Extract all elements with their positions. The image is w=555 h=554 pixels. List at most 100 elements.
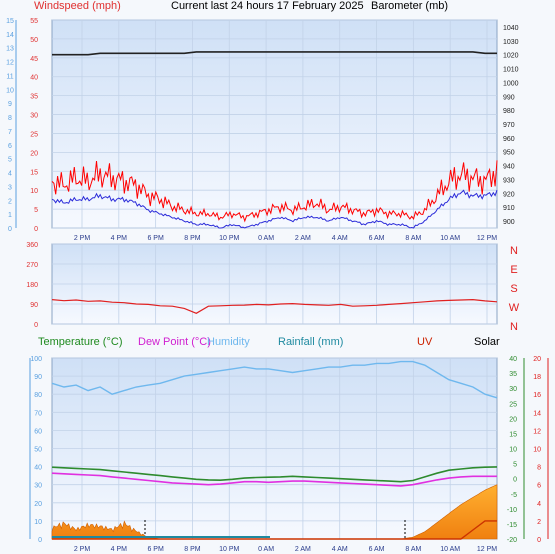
wind-axis2-tick: 5 bbox=[8, 157, 12, 164]
uv-axis-tick: 10 bbox=[533, 447, 541, 454]
temp-axis-tick: -5 bbox=[511, 492, 517, 499]
wind-axis-tick: 5 bbox=[34, 207, 38, 214]
uv-axis-tick: 8 bbox=[537, 465, 541, 472]
baro-axis-tick: 970 bbox=[503, 122, 515, 129]
direction-axis-tick: 270 bbox=[26, 262, 38, 269]
wind-axis-tick: 35 bbox=[30, 94, 38, 101]
wind-axis-tick: 40 bbox=[30, 75, 38, 82]
direction-label: S bbox=[510, 283, 517, 295]
baro-axis-tick: 910 bbox=[503, 205, 515, 212]
x-tick-label: 2 PM bbox=[74, 235, 91, 242]
humidity-axis-tick: 100 bbox=[30, 356, 42, 363]
baro-axis-tick: 990 bbox=[503, 94, 515, 101]
x-tick-label: 6 PM bbox=[147, 235, 164, 242]
wind-axis2-tick: 8 bbox=[8, 115, 12, 122]
wind-axis-tick: 20 bbox=[30, 150, 38, 157]
wind-axis2-tick: 13 bbox=[6, 46, 14, 53]
temp-axis-tick: 15 bbox=[509, 431, 517, 438]
wind-axis-tick: 10 bbox=[30, 188, 38, 195]
baro-axis-tick: 940 bbox=[503, 164, 515, 171]
wind-axis2-tick: 3 bbox=[8, 184, 12, 191]
uv-axis-tick: 12 bbox=[533, 428, 541, 435]
wind-axis2-tick: 7 bbox=[8, 129, 12, 136]
direction-label: N bbox=[510, 245, 518, 257]
humidity-axis-tick: 90 bbox=[34, 374, 42, 381]
uv-axis-tick: 18 bbox=[533, 374, 541, 381]
weather-graph: Windspeed (mph) Current last 24 hours 17… bbox=[0, 0, 555, 554]
x-tick-label: 4 PM bbox=[111, 546, 128, 553]
baro-axis-tick: 1010 bbox=[503, 67, 519, 74]
x-tick-label: 2 AM bbox=[295, 546, 311, 553]
temp-axis-tick: 30 bbox=[509, 386, 517, 393]
temp-axis-tick: 40 bbox=[509, 356, 517, 363]
humidity-axis-tick: 0 bbox=[38, 537, 42, 544]
wind-axis2-tick: 12 bbox=[6, 60, 14, 67]
x-tick-label: 12 PM bbox=[477, 546, 497, 553]
temp-axis-tick: -10 bbox=[507, 507, 517, 514]
temp-axis-tick: 5 bbox=[513, 462, 517, 469]
humidity-axis-tick: 70 bbox=[34, 410, 42, 417]
wind-axis2-tick: 2 bbox=[8, 198, 12, 205]
wind-axis2-tick: 14 bbox=[6, 32, 14, 39]
direction-label: E bbox=[510, 264, 517, 276]
direction-axis-tick: 90 bbox=[30, 302, 38, 309]
uv-axis-tick: 20 bbox=[533, 356, 541, 363]
uv-axis-tick: 4 bbox=[537, 501, 541, 508]
humidity-axis-tick: 10 bbox=[34, 519, 42, 526]
x-tick-label: 6 AM bbox=[369, 546, 385, 553]
x-tick-label: 6 PM bbox=[147, 546, 164, 553]
wind-axis2-tick: 11 bbox=[6, 73, 13, 80]
wind-axis2-tick: 4 bbox=[8, 171, 12, 178]
baro-axis-tick: 1040 bbox=[503, 25, 519, 32]
x-tick-label: 10 AM bbox=[440, 546, 460, 553]
x-tick-label: 8 AM bbox=[405, 546, 421, 553]
wind-axis2-tick: 6 bbox=[8, 143, 12, 150]
baro-axis-tick: 960 bbox=[503, 136, 515, 143]
wind-axis2-tick: 9 bbox=[8, 101, 12, 108]
temp-axis-tick: -15 bbox=[507, 522, 517, 529]
uv-axis-tick: 6 bbox=[537, 483, 541, 490]
plots-svg: 0510152025303540455055012345678910111213… bbox=[6, 18, 549, 553]
wind-axis-tick: 55 bbox=[30, 18, 38, 25]
wind-axis-tick: 45 bbox=[30, 56, 38, 63]
x-tick-label: 10 PM bbox=[219, 235, 239, 242]
uv-axis-tick: 16 bbox=[533, 392, 541, 399]
baro-axis-tick: 950 bbox=[503, 150, 515, 157]
humidity-axis-tick: 20 bbox=[34, 501, 42, 508]
wind-axis-tick: 0 bbox=[34, 226, 38, 233]
wind-axis-tick: 25 bbox=[30, 131, 38, 138]
uv-axis-tick: 0 bbox=[537, 537, 541, 544]
temp-axis-tick: 35 bbox=[509, 371, 517, 378]
wind-axis2-tick: 0 bbox=[8, 226, 12, 233]
x-tick-label: 12 PM bbox=[477, 235, 497, 242]
direction-axis-tick: 360 bbox=[26, 242, 38, 249]
x-tick-label: 8 PM bbox=[184, 235, 201, 242]
direction-label: W bbox=[509, 302, 520, 314]
x-tick-label: 4 AM bbox=[332, 235, 348, 242]
x-tick-label: 4 PM bbox=[111, 235, 128, 242]
humidity-axis-tick: 50 bbox=[34, 447, 42, 454]
wind-axis2-tick: 15 bbox=[6, 18, 14, 25]
temp-axis-tick: 10 bbox=[509, 447, 517, 454]
x-tick-label: 8 AM bbox=[405, 235, 421, 242]
baro-axis-tick: 1020 bbox=[503, 53, 519, 60]
wind-axis-tick: 50 bbox=[30, 37, 38, 44]
baro-axis-tick: 1030 bbox=[503, 39, 519, 46]
baro-axis-tick: 920 bbox=[503, 191, 515, 198]
temp-axis-tick: 20 bbox=[509, 416, 517, 423]
x-tick-label: 2 AM bbox=[295, 235, 311, 242]
x-tick-label: 8 PM bbox=[184, 546, 201, 553]
x-tick-label: 0 AM bbox=[258, 546, 274, 553]
temp-axis-tick: 25 bbox=[509, 401, 517, 408]
humidity-axis-tick: 30 bbox=[34, 483, 42, 490]
humidity-axis-tick: 40 bbox=[34, 465, 42, 472]
wind-axis-tick: 15 bbox=[30, 169, 38, 176]
direction-axis-tick: 180 bbox=[26, 282, 38, 289]
temp-axis-tick: 0 bbox=[513, 477, 517, 484]
x-tick-label: 4 AM bbox=[332, 546, 348, 553]
x-tick-label: 10 PM bbox=[219, 546, 239, 553]
direction-axis-tick: 0 bbox=[34, 322, 38, 329]
wind-axis2-tick: 1 bbox=[8, 212, 12, 219]
uv-axis-tick: 2 bbox=[537, 519, 541, 526]
baro-axis-tick: 1000 bbox=[503, 80, 519, 87]
